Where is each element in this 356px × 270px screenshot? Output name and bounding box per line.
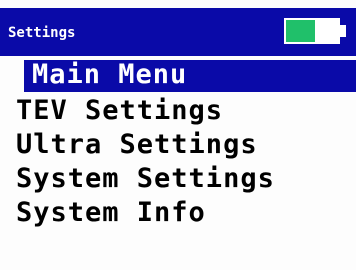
battery-icon bbox=[284, 18, 340, 44]
menu-item-tev-settings[interactable]: TEV Settings bbox=[16, 94, 223, 128]
battery-level-fill bbox=[286, 20, 315, 42]
menu-item-ultra-settings[interactable]: Ultra Settings bbox=[16, 128, 258, 162]
screen-title: Settings bbox=[8, 25, 76, 41]
battery-tip-icon bbox=[340, 25, 346, 37]
menu-item-system-settings[interactable]: System Settings bbox=[16, 162, 275, 196]
menu-item-main-menu[interactable]: Main Menu bbox=[24, 58, 356, 92]
device-screen: Settings Main Menu TEV Settings Ultra Se… bbox=[0, 0, 356, 270]
menu-item-system-info[interactable]: System Info bbox=[16, 196, 206, 230]
